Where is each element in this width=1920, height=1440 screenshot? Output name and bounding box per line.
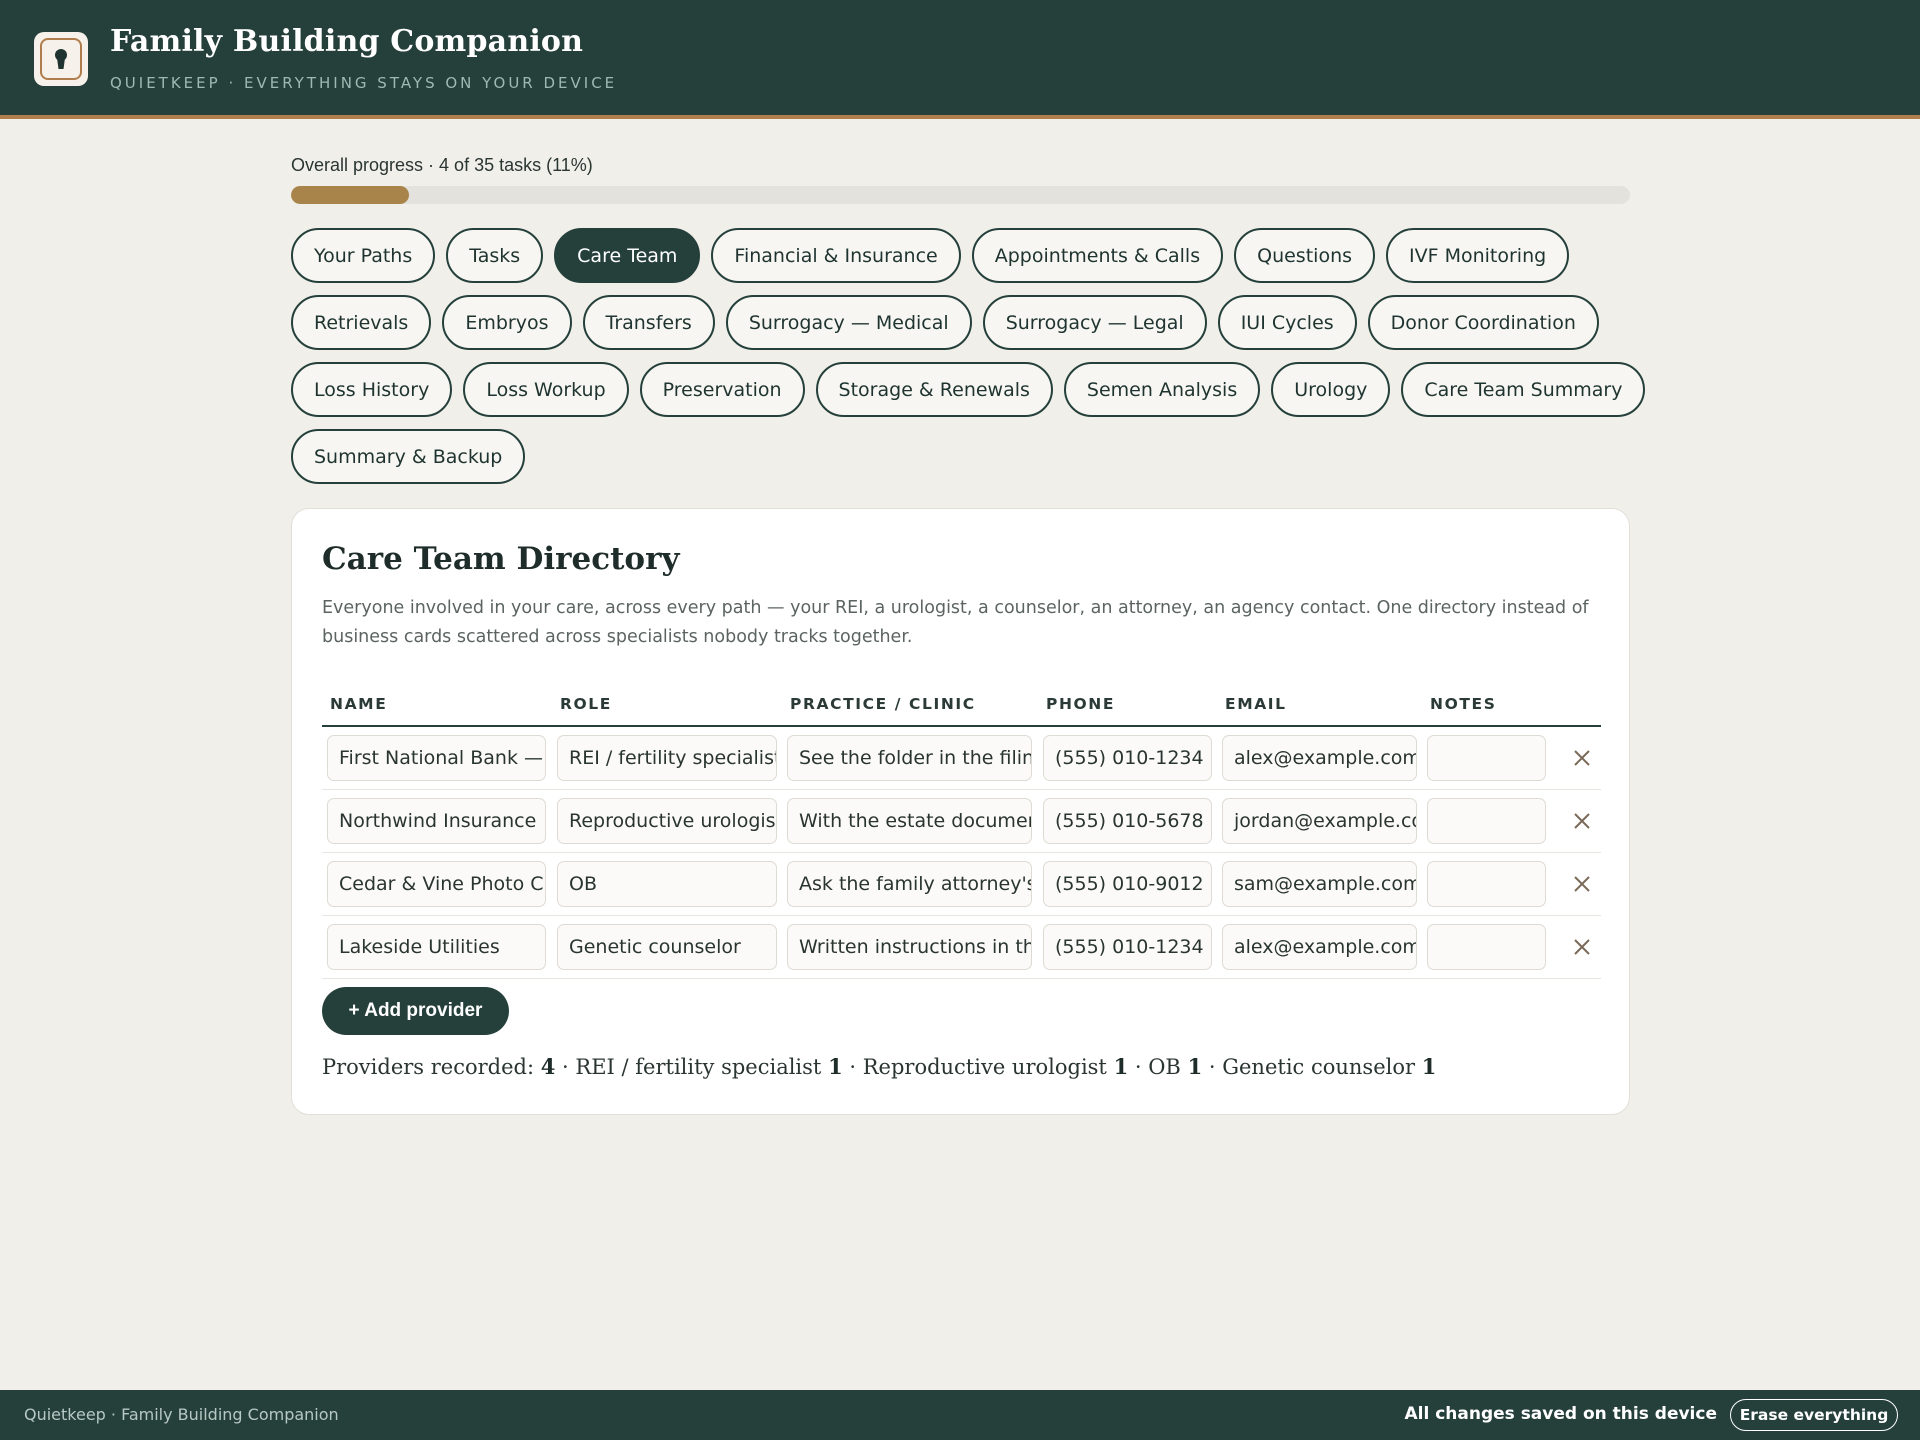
notes-field[interactable] — [1427, 735, 1546, 781]
role-field[interactable]: OB — [557, 861, 777, 907]
email-field[interactable]: sam@example.com — [1222, 861, 1417, 907]
card-title: Care Team Directory — [322, 541, 680, 577]
summary-role: OB — [1148, 1055, 1181, 1079]
summary-count: 1 — [1113, 1054, 1129, 1079]
practice-field[interactable]: Ask the family attorney's office — [787, 861, 1032, 907]
email-field[interactable]: alex@example.com — [1222, 735, 1417, 781]
summary-count: 1 — [1421, 1054, 1437, 1079]
tab-your-paths[interactable]: Your Paths — [291, 228, 436, 283]
column-header-role: ROLE — [560, 695, 612, 713]
tab-appointments-calls[interactable]: Appointments & Calls — [971, 228, 1224, 283]
tab-care-team[interactable]: Care Team — [554, 228, 701, 283]
email-field[interactable]: alex@example.com — [1222, 924, 1417, 970]
tab-preservation[interactable]: Preservation — [639, 362, 805, 417]
tab-row: Loss History Loss Workup Preservation Stora… — [291, 362, 1651, 417]
care-team-card: Care Team Directory Everyone involved in… — [291, 508, 1630, 1115]
close-icon — [1574, 813, 1590, 829]
progress-bar-fill — [291, 186, 409, 204]
close-icon — [1574, 750, 1590, 766]
tab-transfers[interactable]: Transfers — [582, 295, 715, 350]
tab-loss-history[interactable]: Loss History — [291, 362, 453, 417]
progress-bar — [291, 186, 1630, 204]
phone-field[interactable]: (555) 010-9012 — [1043, 861, 1212, 907]
remove-row-button[interactable] — [1568, 744, 1596, 772]
save-status: All changes saved on this device — [1404, 1404, 1717, 1424]
column-header-notes: NOTES — [1430, 695, 1497, 713]
keyhole-logo-icon — [34, 32, 88, 86]
summary-count: 1 — [1187, 1054, 1203, 1079]
column-header-name: NAME — [330, 695, 388, 713]
remove-row-button[interactable] — [1568, 870, 1596, 898]
column-header-email: EMAIL — [1225, 695, 1287, 713]
practice-field[interactable]: See the folder in the filing cabinet — [787, 735, 1032, 781]
table-row: Cedar & Vine Photo Club OB Ask the famil… — [322, 853, 1601, 916]
phone-field[interactable]: (555) 010-5678 — [1043, 798, 1212, 844]
tab-storage-renewals[interactable]: Storage & Renewals — [815, 362, 1053, 417]
add-provider-button[interactable]: + Add provider — [322, 987, 509, 1035]
app-header: Family Building Companion QUIETKEEP · EV… — [0, 0, 1920, 119]
app-subtitle: QUIETKEEP · EVERYTHING STAYS ON YOUR DEV… — [110, 74, 618, 92]
table-row: First National Bank — claims REI / ferti… — [322, 727, 1601, 790]
tab-row: Retrievals Embryos Transfers Surrogacy — Me… — [291, 295, 1651, 350]
tab-loss-workup[interactable]: Loss Workup — [463, 362, 629, 417]
email-field[interactable]: jordan@example.com — [1222, 798, 1417, 844]
tab-tasks[interactable]: Tasks — [446, 228, 544, 283]
name-field[interactable]: First National Bank — claims — [327, 735, 546, 781]
summary-count: 1 — [828, 1054, 843, 1079]
tab-row: Your Paths Tasks Care Team Financial & Insu… — [291, 228, 1651, 283]
tab-surrogacy-medical[interactable]: Surrogacy — Medical — [725, 295, 972, 350]
role-field[interactable]: Genetic counselor — [557, 924, 777, 970]
tab-donor-coordination[interactable]: Donor Coordination — [1367, 295, 1599, 350]
app-footer: Quietkeep · Family Building Companion Al… — [0, 1390, 1920, 1440]
phone-field[interactable]: (555) 010-1234 — [1043, 735, 1212, 781]
remove-row-button[interactable] — [1568, 933, 1596, 961]
providers-summary: Providers recorded: 4 · REI / fertility … — [322, 1054, 1437, 1079]
notes-field[interactable] — [1427, 924, 1546, 970]
notes-field[interactable] — [1427, 798, 1546, 844]
name-field[interactable]: Lakeside Utilities — [327, 924, 546, 970]
name-field[interactable]: Northwind Insurance — [327, 798, 546, 844]
tab-summary-backup[interactable]: Summary & Backup — [291, 429, 526, 484]
card-description: Everyone involved in your care, across e… — [322, 598, 1589, 647]
practice-field[interactable]: Written instructions in the safe — [787, 924, 1032, 970]
column-header-practice: PRACTICE / CLINIC — [790, 695, 976, 713]
tab-semen-analysis[interactable]: Semen Analysis — [1063, 362, 1261, 417]
tab-care-team-summary[interactable]: Care Team Summary — [1401, 362, 1646, 417]
tab-ivf-monitoring[interactable]: IVF Monitoring — [1386, 228, 1570, 283]
summary-role: Reproductive urologist — [862, 1055, 1107, 1079]
close-icon — [1574, 939, 1590, 955]
summary-role: Genetic counselor — [1222, 1055, 1416, 1079]
tab-urology[interactable]: Urology — [1271, 362, 1391, 417]
name-field[interactable]: Cedar & Vine Photo Club — [327, 861, 546, 907]
footer-app-name: Quietkeep · Family Building Companion — [24, 1405, 339, 1424]
notes-field[interactable] — [1427, 861, 1546, 907]
table-header: NAME ROLE PRACTICE / CLINIC PHONE EMAIL … — [322, 679, 1601, 727]
table-row: Northwind Insurance Reproductive urologi… — [322, 790, 1601, 853]
summary-label: Providers recorded: — [322, 1055, 535, 1079]
table-row: Lakeside Utilities Genetic counselor Wri… — [322, 916, 1601, 979]
summary-role: REI / fertility specialist — [575, 1055, 822, 1079]
remove-row-button[interactable] — [1568, 807, 1596, 835]
tab-questions[interactable]: Questions — [1234, 228, 1376, 283]
summary-total: 4 — [540, 1054, 556, 1079]
close-icon — [1574, 876, 1590, 892]
tab-embryos[interactable]: Embryos — [442, 295, 572, 350]
erase-everything-button[interactable]: Erase everything — [1730, 1399, 1898, 1431]
progress-label: Overall progress · 4 of 35 tasks (11%) — [291, 155, 593, 175]
section-tabs: Your Paths Tasks Care Team Financial & Insu… — [291, 228, 1651, 496]
column-header-phone: PHONE — [1046, 695, 1116, 713]
tab-retrievals[interactable]: Retrievals — [291, 295, 432, 350]
tab-iui-cycles[interactable]: IUI Cycles — [1217, 295, 1357, 350]
tab-row: Summary & Backup — [291, 429, 1651, 484]
phone-field[interactable]: (555) 010-1234 — [1043, 924, 1212, 970]
role-field[interactable]: REI / fertility specialist — [557, 735, 777, 781]
tab-surrogacy-legal[interactable]: Surrogacy — Legal — [982, 295, 1207, 350]
role-field[interactable]: Reproductive urologist — [557, 798, 777, 844]
tab-financial-insurance[interactable]: Financial & Insurance — [711, 228, 961, 283]
app-title: Family Building Companion — [110, 24, 584, 59]
practice-field[interactable]: With the estate documents — [787, 798, 1032, 844]
